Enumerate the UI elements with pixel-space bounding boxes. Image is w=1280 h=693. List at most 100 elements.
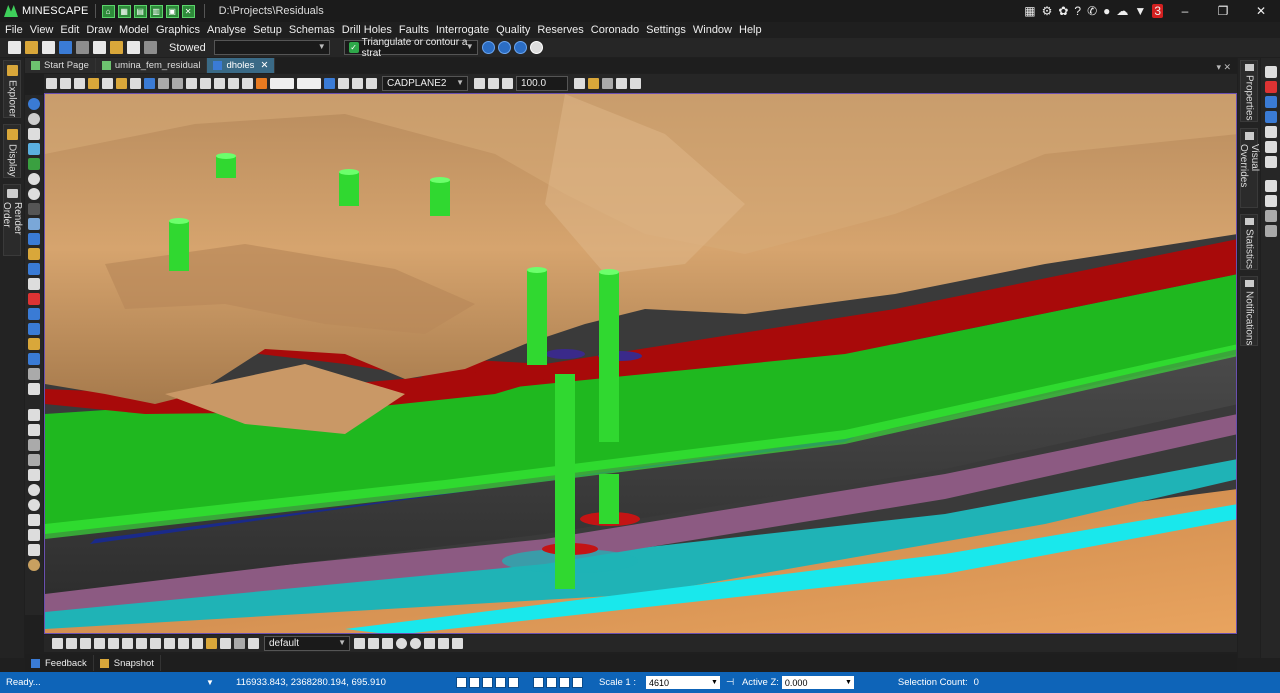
view-side-icon[interactable]: [60, 78, 71, 89]
view-3d-icon[interactable]: [102, 78, 113, 89]
light-icon[interactable]: [88, 78, 99, 89]
fly-icon[interactable]: [130, 78, 141, 89]
view-top-icon[interactable]: [74, 78, 85, 89]
copy-icon[interactable]: [127, 41, 140, 54]
split-icon[interactable]: [1264, 126, 1277, 138]
crosshair-icon[interactable]: [28, 278, 40, 290]
quick-grid-icon[interactable]: ▦: [117, 4, 131, 18]
tab-umina-fem-residual[interactable]: umina_fem_residual: [95, 58, 208, 73]
plane-combo[interactable]: CADPLANE2 ▼: [382, 76, 468, 91]
points-icon[interactable]: [28, 439, 40, 451]
osnap-icon[interactable]: [572, 677, 583, 688]
user-icon[interactable]: ●: [1103, 4, 1110, 18]
align-icon[interactable]: [1264, 210, 1277, 222]
menu-reserves[interactable]: Reserves: [537, 24, 583, 36]
phone-icon[interactable]: ✆: [1087, 4, 1097, 18]
pause-icon[interactable]: [497, 41, 511, 54]
run-icon[interactable]: [481, 41, 495, 54]
menu-analyse[interactable]: Analyse: [207, 24, 246, 36]
curve-icon[interactable]: [28, 544, 40, 556]
height-tool-icon[interactable]: [452, 638, 463, 649]
label-icon[interactable]: [28, 338, 40, 350]
plane-align-icon[interactable]: [324, 78, 335, 89]
drillhole[interactable]: [599, 474, 619, 524]
visual-overrides-tab[interactable]: Visual Overrides: [1238, 128, 1260, 208]
close-tab-icon[interactable]: ✕: [260, 60, 268, 71]
stowed-combo[interactable]: ▼: [213, 40, 330, 55]
polyline-icon[interactable]: [28, 454, 40, 466]
fillet-icon[interactable]: [382, 638, 393, 649]
drillhole[interactable]: [216, 156, 236, 178]
measure-icon[interactable]: [28, 293, 40, 305]
menu-file[interactable]: File: [5, 24, 23, 36]
help-icon[interactable]: ?: [1074, 4, 1081, 18]
close-window-button[interactable]: ✕: [1245, 4, 1277, 18]
tab-start-page[interactable]: Start Page: [25, 58, 96, 73]
dropdown-icon[interactable]: [28, 203, 40, 215]
import-icon[interactable]: [59, 41, 72, 54]
new-file-icon[interactable]: [8, 41, 21, 54]
diamond-3-icon[interactable]: [178, 638, 189, 649]
camera-icon[interactable]: [474, 78, 485, 89]
menu-drill-holes[interactable]: Drill Holes: [342, 24, 392, 36]
circle-tool-icon[interactable]: [396, 638, 407, 649]
plane-reset-icon[interactable]: [366, 78, 377, 89]
tile-icon[interactable]: [1264, 96, 1277, 108]
scale-combo[interactable]: 100.0: [516, 76, 568, 91]
layer-1-icon[interactable]: [52, 638, 63, 649]
paste-icon[interactable]: [144, 41, 157, 54]
quick-home-icon[interactable]: ⌂: [101, 4, 115, 18]
rotate-icon[interactable]: [28, 263, 40, 275]
ellipse-tool-icon[interactable]: [410, 638, 421, 649]
highlight-icon[interactable]: [588, 78, 599, 89]
split-v-icon[interactable]: [1264, 141, 1277, 153]
back-icon[interactable]: [630, 78, 641, 89]
feedback-tab[interactable]: Feedback: [25, 655, 94, 671]
menu-settings[interactable]: Settings: [646, 24, 686, 36]
diamond-4-icon[interactable]: [192, 638, 203, 649]
tab-overflow-icon[interactable]: ▾ ✕: [1216, 62, 1237, 73]
drillhole[interactable]: [169, 221, 189, 271]
trim-icon[interactable]: [368, 638, 379, 649]
zoom-out-icon[interactable]: [28, 188, 40, 200]
menu-view[interactable]: View: [30, 24, 54, 36]
scale-lock-icon[interactable]: ⊣: [726, 677, 736, 688]
viewport-canvas[interactable]: [45, 94, 1237, 634]
display-tab[interactable]: Display: [3, 124, 21, 178]
snap-line-icon[interactable]: [220, 638, 231, 649]
diamond-1-icon[interactable]: [150, 638, 161, 649]
orbit-icon[interactable]: [28, 113, 40, 125]
filter-icon[interactable]: ▼: [1134, 4, 1146, 18]
section-icon[interactable]: [28, 323, 40, 335]
report-icon[interactable]: [110, 41, 123, 54]
menu-interrogate[interactable]: Interrogate: [436, 24, 489, 36]
menu-faults[interactable]: Faults: [399, 24, 429, 36]
globe-icon[interactable]: [28, 98, 40, 110]
parallelogram-icon[interactable]: [28, 529, 40, 541]
undo-icon[interactable]: [28, 383, 40, 395]
fill-color-icon[interactable]: [256, 78, 267, 89]
layer-2-icon[interactable]: [66, 638, 77, 649]
arc-tool-icon[interactable]: [424, 638, 435, 649]
support-icon[interactable]: ✿: [1058, 4, 1068, 18]
open-folder-icon[interactable]: [25, 41, 38, 54]
snap-mode-3-icon[interactable]: [482, 677, 493, 688]
menu-help[interactable]: Help: [739, 24, 762, 36]
snap-mode-1-icon[interactable]: [456, 677, 467, 688]
save-icon[interactable]: [42, 41, 55, 54]
cascade-icon[interactable]: [1264, 111, 1277, 123]
minimize-button[interactable]: –: [1169, 4, 1201, 18]
3d-viewport[interactable]: [44, 93, 1237, 634]
view-front-icon[interactable]: [46, 78, 57, 89]
snap-mode-4-icon[interactable]: [495, 677, 506, 688]
print-icon[interactable]: [93, 41, 106, 54]
dimension-tool-icon[interactable]: [438, 638, 449, 649]
drillhole[interactable]: [555, 374, 575, 589]
layer-5-icon[interactable]: [108, 638, 119, 649]
notification-badge[interactable]: 3: [1152, 4, 1163, 18]
grid-icon[interactable]: [28, 353, 40, 365]
polygon-icon[interactable]: [28, 484, 40, 496]
diamond-2-icon[interactable]: [164, 638, 175, 649]
explorer-tab[interactable]: Explorer: [3, 60, 21, 118]
quick-close-icon[interactable]: ✕: [181, 4, 195, 18]
